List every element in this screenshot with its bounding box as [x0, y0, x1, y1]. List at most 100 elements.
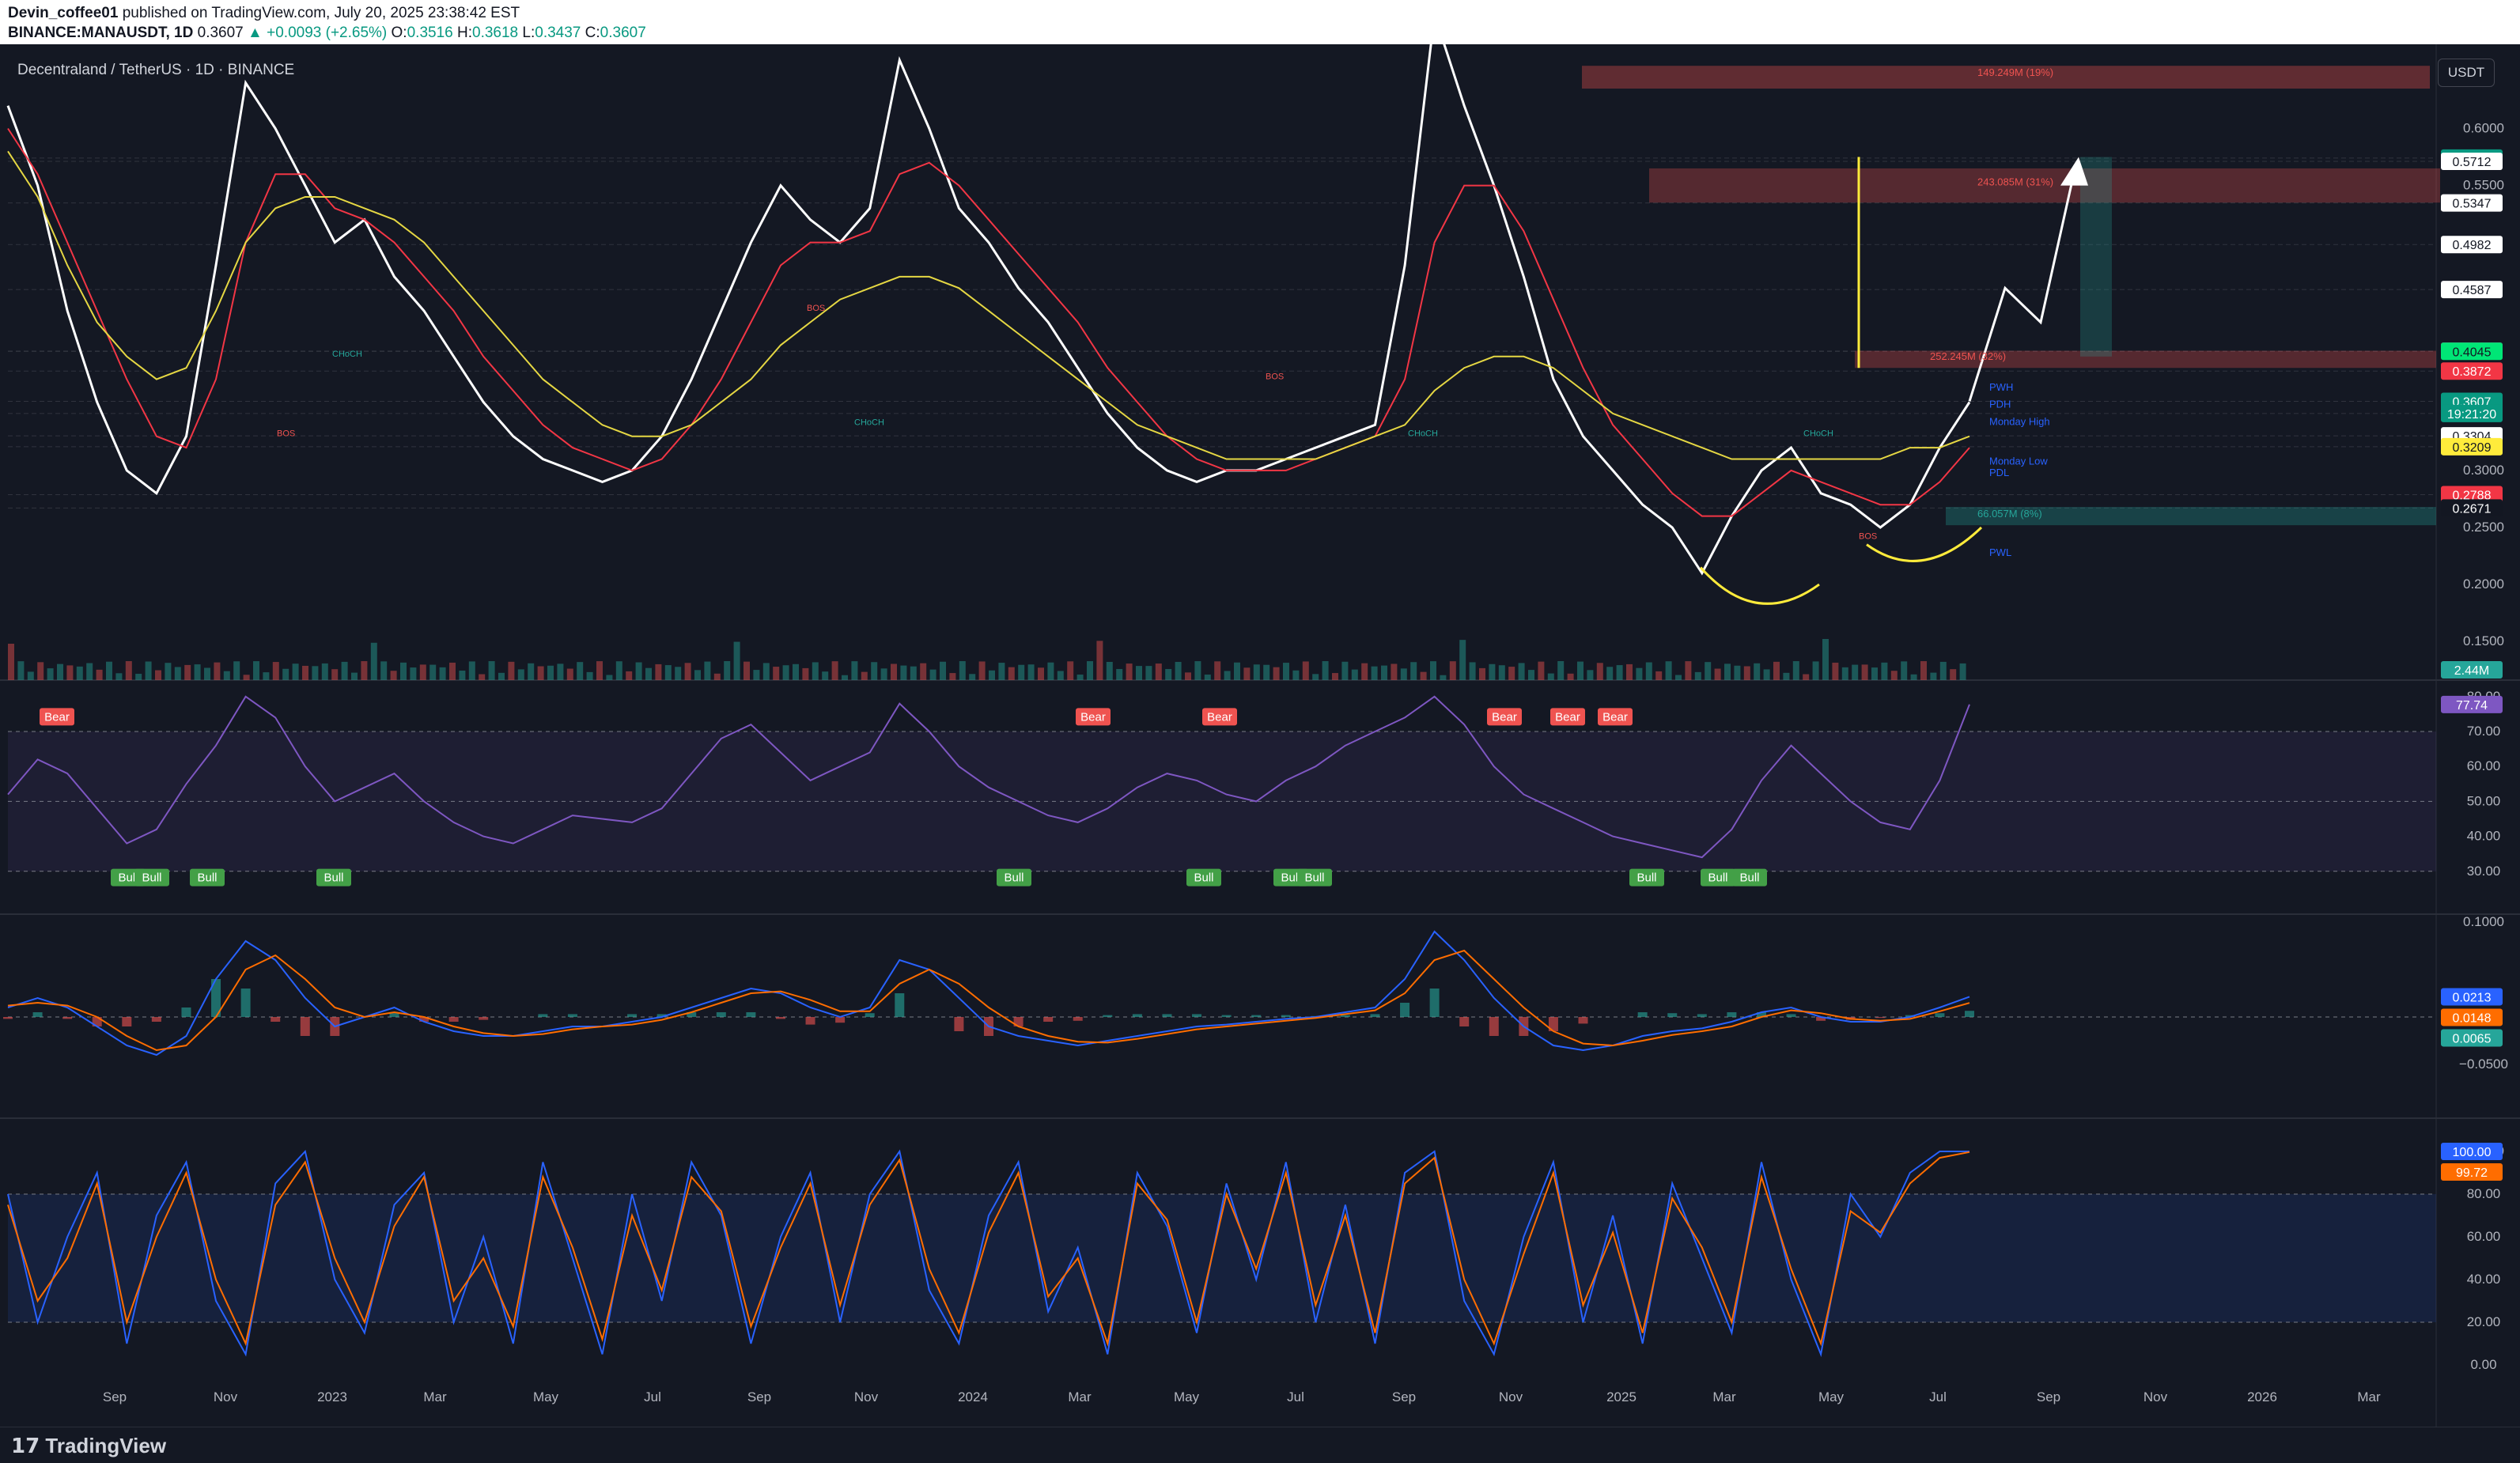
- price-change: +0.0093 (+2.65%): [267, 25, 388, 41]
- rsi-axis-tick: 50.00: [2467, 793, 2501, 808]
- volume-bar: [675, 667, 682, 680]
- macd-histogram-bar: [240, 989, 251, 1017]
- ohlc-open-value: 0.3516: [407, 25, 453, 41]
- pwh-label: PWH: [1989, 381, 2013, 393]
- bear-signal-text: Bear: [1492, 710, 1517, 724]
- stoch-axis-tick: 60.00: [2467, 1229, 2501, 1244]
- volume-bar: [1371, 666, 1378, 680]
- macd-histogram-bar: [954, 1017, 964, 1031]
- time-axis-tick: Mar: [1068, 1389, 1092, 1404]
- volume-bar: [900, 665, 907, 680]
- volume-bar: [744, 661, 750, 680]
- rsi-axis-tick: 60.00: [2467, 758, 2501, 773]
- volume-bar: [1273, 667, 1280, 680]
- macd-histogram-bar: [1043, 1017, 1054, 1022]
- price-line: [6, 44, 1971, 576]
- volume-bar: [1832, 662, 1839, 680]
- volume-bar: [1243, 667, 1251, 680]
- volume-bar: [419, 664, 426, 680]
- rounding-bottom-curve: [1699, 566, 1820, 605]
- currency-button[interactable]: USDT: [2438, 59, 2495, 87]
- macd-histogram-bar: [1489, 1017, 1499, 1036]
- volume-bar: [1391, 663, 1398, 680]
- author-name[interactable]: Devin_coffee01: [8, 5, 118, 21]
- volume-bar: [626, 671, 633, 680]
- bull-signal-text: Bull: [1004, 871, 1024, 885]
- volume-bar: [449, 662, 456, 680]
- price-axis-tick: 0.5500: [2463, 178, 2504, 193]
- volume-bar: [566, 668, 573, 680]
- macd-histogram-bar: [567, 1014, 577, 1017]
- volume-bar: [1773, 661, 1780, 680]
- volume-bar: [1116, 668, 1123, 680]
- volume-bar: [135, 674, 142, 680]
- volume-bar: [978, 661, 986, 680]
- footer: 𝟭𝟳 TradingView: [0, 1427, 2520, 1463]
- volume-bar: [793, 663, 799, 680]
- bull-signal-text: Bull: [1304, 871, 1324, 885]
- volume-bar: [321, 663, 328, 680]
- last-price: 0.3607: [197, 25, 244, 41]
- volume-bar: [842, 675, 848, 680]
- volume-bar: [969, 674, 976, 680]
- volume-bar: [1881, 662, 1888, 680]
- volume-bar: [1145, 666, 1152, 680]
- chart-area[interactable]: 149.249M (19%) 243.085M (31%) 252.245M (32…: [0, 44, 2520, 1427]
- macd-histogram-bar: [1162, 1014, 1172, 1017]
- price-label-text: 0.4045: [2453, 346, 2492, 359]
- bull-signal-text: Bull: [197, 871, 217, 885]
- volume-bar: [1901, 661, 1908, 680]
- volume-bar: [1459, 640, 1466, 680]
- volume-bar: [713, 673, 721, 680]
- ohlc-high-label: H:: [457, 25, 472, 41]
- volume-bar: [1665, 661, 1672, 680]
- tradingview-logo-icon[interactable]: 𝟭𝟳 TradingView: [11, 1434, 166, 1458]
- macd-histogram-bar: [1073, 1017, 1083, 1021]
- macd-histogram-bar: [448, 1017, 459, 1022]
- bear-signal-text: Bear: [1602, 710, 1628, 724]
- volume-bar: [1518, 663, 1525, 680]
- volume-bar: [214, 662, 221, 680]
- macd-line: [7, 930, 1970, 1057]
- volume-bar: [331, 669, 339, 680]
- volume-bar: [812, 662, 819, 680]
- price-axis-tick: 0.1500: [2463, 633, 2504, 648]
- time-axis-tick: May: [1818, 1389, 1845, 1404]
- publish-text: published on TradingView.com, July 20, 2…: [122, 5, 520, 21]
- time-axis-tick: Mar: [2357, 1389, 2381, 1404]
- macd-histogram-bar: [1935, 1013, 1945, 1017]
- volume-bar: [1783, 672, 1790, 680]
- chart-canvas[interactable]: 149.249M (19%) 243.085M (31%) 252.245M (32…: [0, 44, 2520, 1427]
- macd-histogram-bar: [1281, 1015, 1291, 1017]
- volume-bar: [1234, 662, 1240, 680]
- time-axis-tick: Jul: [1929, 1389, 1947, 1404]
- publish-info: Devin_coffee01 published on TradingView.…: [8, 5, 520, 22]
- volume-bar: [1754, 663, 1761, 680]
- macd-histogram-bar: [1965, 1011, 1974, 1017]
- macd-histogram-bar: [775, 1017, 785, 1019]
- volume-bar: [664, 665, 672, 680]
- time-axis-tick: Nov: [1499, 1389, 1523, 1404]
- logo-mark: 𝟭𝟳: [11, 1434, 46, 1457]
- ohlc-low-label: L:: [522, 25, 535, 41]
- volume-bar: [1263, 664, 1270, 680]
- volume-bar: [1087, 661, 1093, 680]
- volume-bar: [106, 661, 112, 680]
- volume-bar: [282, 668, 289, 680]
- macd-histogram-bar: [151, 1017, 161, 1022]
- volume-bar: [47, 668, 54, 680]
- pdh-label: PDH: [1989, 399, 2011, 410]
- volume-bar: [1204, 675, 1211, 680]
- volume-bar: [223, 671, 230, 680]
- volume-bar: [577, 662, 584, 680]
- ohlc-close-value: 0.3607: [600, 25, 646, 41]
- macd-histogram-bar: [716, 1012, 726, 1017]
- volume-bar: [1577, 661, 1584, 680]
- volume-bar: [459, 671, 466, 680]
- volume-bar: [704, 661, 711, 680]
- time-axis-tick: Sep: [747, 1389, 771, 1404]
- volume-bar: [724, 661, 731, 680]
- stoch-axis-tick: 20.00: [2467, 1314, 2501, 1329]
- volume-bar: [1498, 665, 1505, 680]
- price-label-text: 0.2671: [2453, 502, 2492, 516]
